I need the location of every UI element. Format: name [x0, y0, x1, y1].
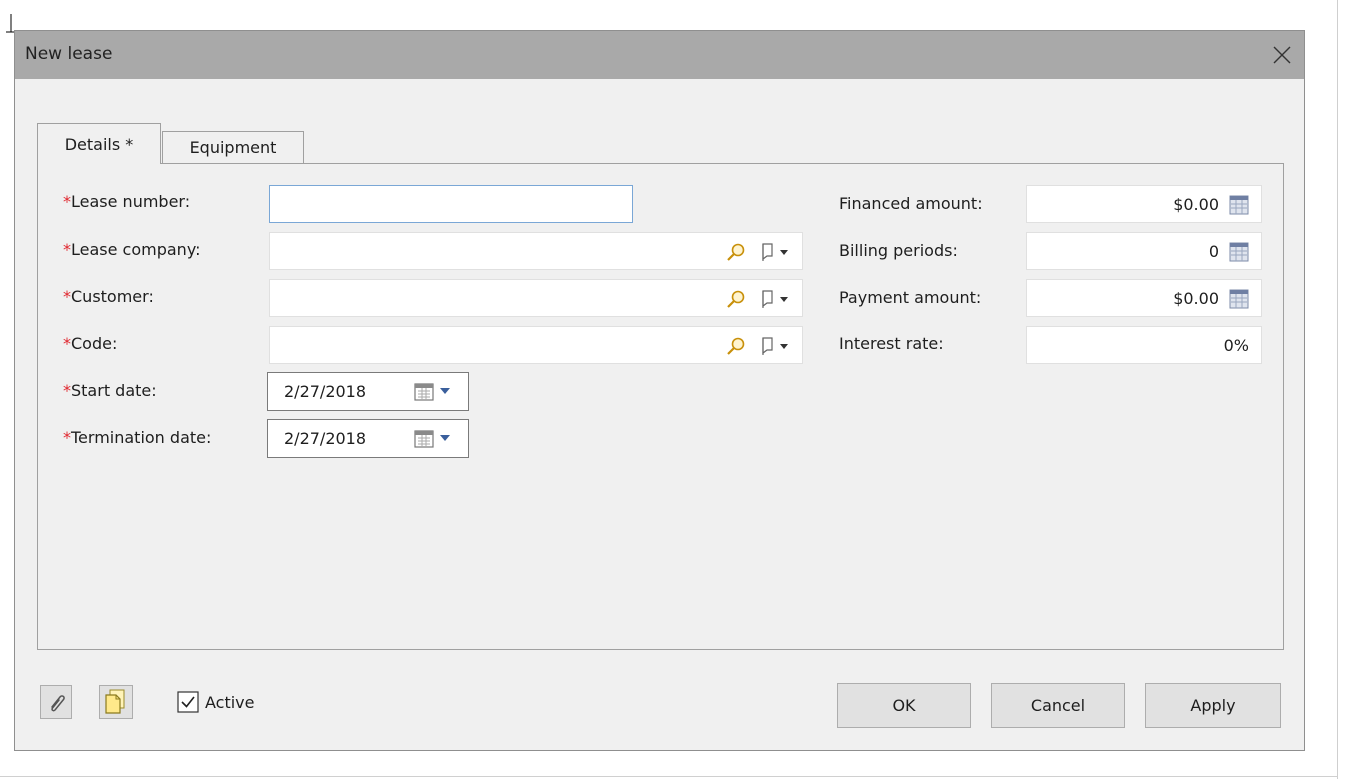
termination-date-picker[interactable]: 2/27/2018 — [267, 419, 469, 458]
notes-button[interactable] — [99, 685, 133, 719]
apply-button-label: Apply — [1190, 696, 1236, 715]
attach-button[interactable] — [40, 685, 72, 719]
cancel-button-label: Cancel — [1030, 696, 1086, 715]
required-marker: * — [63, 192, 71, 211]
active-checkbox[interactable]: Active — [177, 691, 255, 713]
window-bottom-line — [0, 776, 1337, 777]
start-date-label: *Start date: — [63, 381, 157, 400]
title-bar[interactable]: New lease — [15, 31, 1304, 79]
code-input[interactable] — [269, 326, 803, 364]
calculator-icon[interactable] — [1229, 195, 1249, 215]
flag-dropdown-icon[interactable] — [760, 242, 792, 262]
close-icon — [1273, 46, 1290, 64]
start-date-value: 2/27/2018 — [284, 382, 367, 401]
customer-input[interactable] — [269, 279, 803, 317]
tab-details-label: Details * — [64, 134, 134, 154]
lease-company-label: *Lease company: — [63, 240, 201, 259]
ok-button[interactable]: OK — [837, 683, 971, 728]
cancel-button[interactable]: Cancel — [991, 683, 1125, 728]
window-edge-line — [1337, 0, 1338, 779]
ok-button-label: OK — [892, 696, 916, 715]
magnifier-icon[interactable] — [726, 242, 746, 262]
calculator-icon[interactable] — [1229, 289, 1249, 309]
lease-number-label: *Lease number: — [63, 192, 191, 211]
flag-dropdown-icon[interactable] — [760, 336, 792, 356]
calculator-icon[interactable] — [1229, 242, 1249, 262]
interest-rate-input[interactable]: 0% — [1026, 326, 1262, 364]
paperclip-icon — [51, 695, 65, 712]
calendar-dropdown-icon[interactable] — [414, 429, 456, 449]
required-marker: * — [63, 287, 71, 306]
tab-equipment[interactable]: Equipment — [162, 131, 304, 163]
termination-date-value: 2/27/2018 — [284, 429, 367, 448]
billing-periods-value: 0 — [1208, 242, 1219, 261]
apply-button[interactable]: Apply — [1145, 683, 1281, 728]
magnifier-icon[interactable] — [726, 336, 746, 356]
financed-amount-input[interactable]: $0.00 — [1026, 185, 1262, 223]
payment-amount-value: $0.00 — [1173, 289, 1219, 308]
start-date-picker[interactable]: 2/27/2018 — [267, 372, 469, 411]
interest-rate-label: Interest rate: — [839, 334, 944, 353]
required-marker: * — [63, 334, 71, 353]
customer-label: *Customer: — [63, 287, 154, 306]
close-button[interactable] — [1259, 31, 1304, 79]
payment-amount-label: Payment amount: — [839, 288, 982, 307]
interest-rate-value: 0% — [1223, 336, 1249, 355]
magnifier-icon[interactable] — [726, 289, 746, 309]
tab-equipment-label: Equipment — [189, 138, 277, 157]
financed-amount-value: $0.00 — [1173, 195, 1219, 214]
dialog-title: New lease — [25, 44, 113, 64]
code-label: *Code: — [63, 334, 118, 353]
billing-periods-input[interactable]: 0 — [1026, 232, 1262, 270]
notes-icon — [105, 689, 125, 714]
required-marker: * — [63, 428, 71, 447]
flag-dropdown-icon[interactable] — [760, 289, 792, 309]
payment-amount-input[interactable]: $0.00 — [1026, 279, 1262, 317]
termination-date-label: *Termination date: — [63, 428, 212, 447]
billing-periods-label: Billing periods: — [839, 241, 958, 260]
required-marker: * — [63, 381, 71, 400]
tab-details[interactable]: Details * — [37, 123, 161, 164]
checkbox-checked-icon — [177, 691, 199, 713]
new-lease-dialog: New lease Details * Equipment *Lease num… — [14, 30, 1305, 751]
active-label: Active — [205, 692, 255, 712]
calendar-dropdown-icon[interactable] — [414, 382, 456, 402]
lease-company-input[interactable] — [269, 232, 803, 270]
lease-number-input[interactable] — [269, 185, 633, 223]
financed-amount-label: Financed amount: — [839, 194, 983, 213]
required-marker: * — [63, 240, 71, 259]
